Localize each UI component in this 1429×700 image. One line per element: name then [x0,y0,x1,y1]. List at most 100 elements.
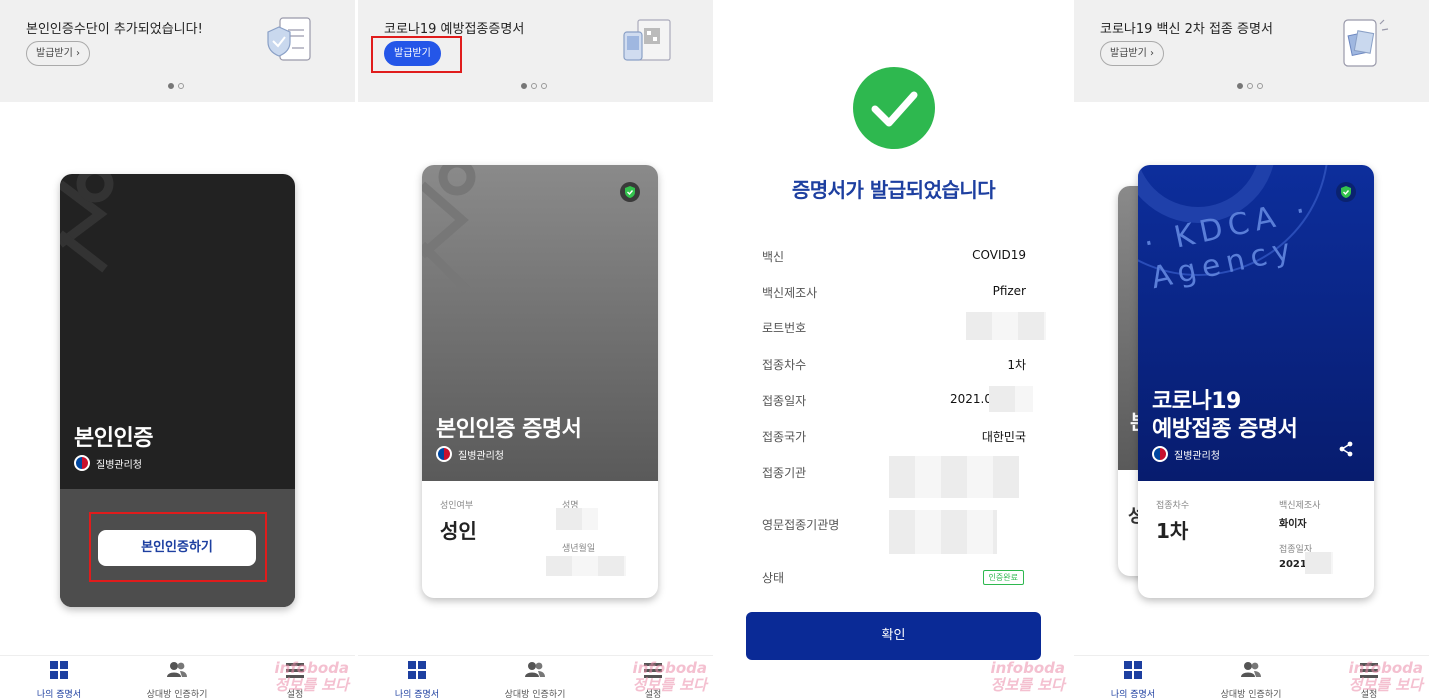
nav-my-cert-label: 나의 증명서 [394,690,440,700]
pager-dots [168,83,184,89]
row-country: 접종국가 대한민국 [762,426,1042,446]
vaccine-value: COVID19 [972,248,1026,262]
institution-label: 접종기관 [762,466,807,480]
share-icon[interactable] [1338,441,1354,457]
screen-identity-certificate: 코로나19 예방접종증명서 발급받기 본인인증 증명서 질병관리청 성인여부 성… [358,0,713,700]
screen-vaccination-card: 코로나19 백신 2차 접종 증명서 발급받기 › 본 성 [1074,0,1429,700]
nav-settings[interactable]: 설정 [240,660,350,700]
adult-label: 성인여부 [440,501,474,511]
kiosk-qr-icon [623,19,671,61]
issuer-label: 질병관리청 [96,459,142,471]
nav-my-cert[interactable]: 나의 증명서 [362,660,472,700]
pager-dots [521,83,547,89]
kdca-logo-icon [1152,446,1168,462]
nav-my-cert-label: 나의 증명서 [1110,690,1156,700]
promo-banner[interactable]: 본인인증수단이 추가되었습니다! 발급받기 › [0,0,355,102]
identity-certificate-card[interactable]: 본인인증 증명서 질병관리청 성인여부 성인 성명 생년월일 [422,165,658,598]
dose-value: 1차 [1156,519,1189,543]
promo-banner[interactable]: 코로나19 백신 2차 접종 증명서 발급받기 › [1074,0,1429,102]
screen-issue-success: 증명서가 발급되었습니다 백신 COVID19 백신제조사 Pfizer 로트번… [716,0,1071,700]
grid-icon [408,661,426,679]
nav-settings[interactable]: 설정 [1314,660,1424,700]
row-institution-en: 영문접종기관명 [762,510,1042,554]
menu-icon [286,663,304,678]
row-institution: 접종기관 [762,456,1042,498]
vaccine-label: 백신 [762,250,785,264]
menu-icon [1360,663,1378,678]
nav-my-cert[interactable]: 나의 증명서 [1078,660,1188,700]
card-title: 본인인증 증명서 [436,417,582,442]
card-title: 본인인증 [74,426,153,451]
lot-number-label: 로트번호 [762,321,807,335]
grid-icon [50,661,68,679]
nav-my-cert[interactable]: 나의 증명서 [4,660,114,700]
manufacturer-label: 백신제조사 [762,286,818,300]
nav-settings[interactable]: 설정 [598,660,708,700]
country-value: 대한민국 [981,430,1026,444]
maker-label: 백신제조사 [1279,501,1321,511]
nav-verify-other-label: 상대방 인증하기 [146,690,208,700]
maker-value: 화이자 [1279,519,1307,530]
institution-en-label: 영문접종기관명 [762,518,840,532]
phone-cards-icon [1343,19,1389,67]
nav-verify-other-label: 상대방 인증하기 [504,690,566,700]
issue-button[interactable]: 발급받기 › [26,41,90,66]
nav-my-cert-label: 나의 증명서 [36,690,82,700]
vaccination-certificate-card[interactable]: · KDCA · Agency 코로나19 예방접종 증명서 질병관리청 접종차… [1138,165,1374,598]
dose-label: 접종차수 [1156,501,1190,511]
row-dose: 접종차수 1차 [762,354,1042,374]
country-label: 접종국가 [762,430,807,444]
bottom-nav: 나의 증명서 상대방 인증하기 설정 [358,655,713,700]
adult-value: 성인 [440,519,477,543]
nav-verify-other[interactable]: 상대방 인증하기 [122,660,232,700]
certificate-shield-icon [267,17,311,61]
institution-en-redacted [889,510,997,554]
pager-dots [1237,83,1263,89]
grid-icon [1124,661,1142,679]
people-icon [167,662,187,677]
status-label: 상태 [762,571,785,585]
screenshot-collage: 본인인증수단이 추가되었습니다! 발급받기 › 본인인증 질병관리청 본인인증하… [0,0,1429,700]
date-value: 2021.0 [950,392,992,406]
nav-settings-label: 설정 [1360,690,1378,700]
screen-identity-card: 본인인증수단이 추가되었습니다! 발급받기 › 본인인증 질병관리청 본인인증하… [0,0,355,700]
bottom-nav: 나의 증명서 상대방 인증하기 설정 [0,655,355,700]
kdca-logo-icon [74,455,90,471]
row-vaccine: 백신 COVID19 [762,246,1042,266]
card-pattern-icon [60,174,114,273]
birth-label: 생년월일 [562,544,596,554]
row-status: 상태 인증완료 [762,567,1042,587]
issue-button[interactable]: 발급받기 › [1100,41,1164,66]
promo-banner[interactable]: 코로나19 예방접종증명서 발급받기 [358,0,713,102]
date-label: 접종일자 [762,394,807,408]
verified-shield-icon [1336,182,1356,202]
issuer-label: 질병관리청 [1174,450,1220,462]
nav-verify-other[interactable]: 상대방 인증하기 [1196,660,1306,700]
verified-shield-icon [620,182,640,202]
manufacturer-value: Pfizer [992,284,1026,298]
identity-card[interactable]: 본인인증 질병관리청 본인인증하기 [60,174,295,607]
issuer: 질병관리청 [1152,446,1220,462]
issuer: 질병관리청 [436,446,504,462]
issuer-label: 질병관리청 [458,450,504,462]
kdca-logo-icon [436,446,452,462]
people-icon [1241,662,1261,677]
banner-title: 코로나19 예방접종증명서 [384,22,525,37]
issuer: 질병관리청 [74,455,142,471]
row-manufacturer: 백신제조사 Pfizer [762,282,1042,302]
nav-settings-label: 설정 [644,690,662,700]
dose-label: 접종차수 [762,358,807,372]
people-icon [525,662,545,677]
confirm-button[interactable]: 확인 [746,612,1041,660]
verify-identity-button[interactable]: 본인인증하기 [98,530,256,566]
success-title: 증명서가 발급되었습니다 [791,178,996,202]
nav-verify-other[interactable]: 상대방 인증하기 [480,660,590,700]
dose-value: 1차 [1007,358,1026,372]
card-pattern-icon [422,165,476,294]
issue-button[interactable]: 발급받기 [384,41,441,66]
success-check-icon [853,67,935,149]
date-redacted [989,386,1033,412]
status-badge: 인증완료 [982,570,1024,585]
row-date: 접종일자 2021.0 [762,386,1042,412]
date-redacted [1305,552,1333,574]
